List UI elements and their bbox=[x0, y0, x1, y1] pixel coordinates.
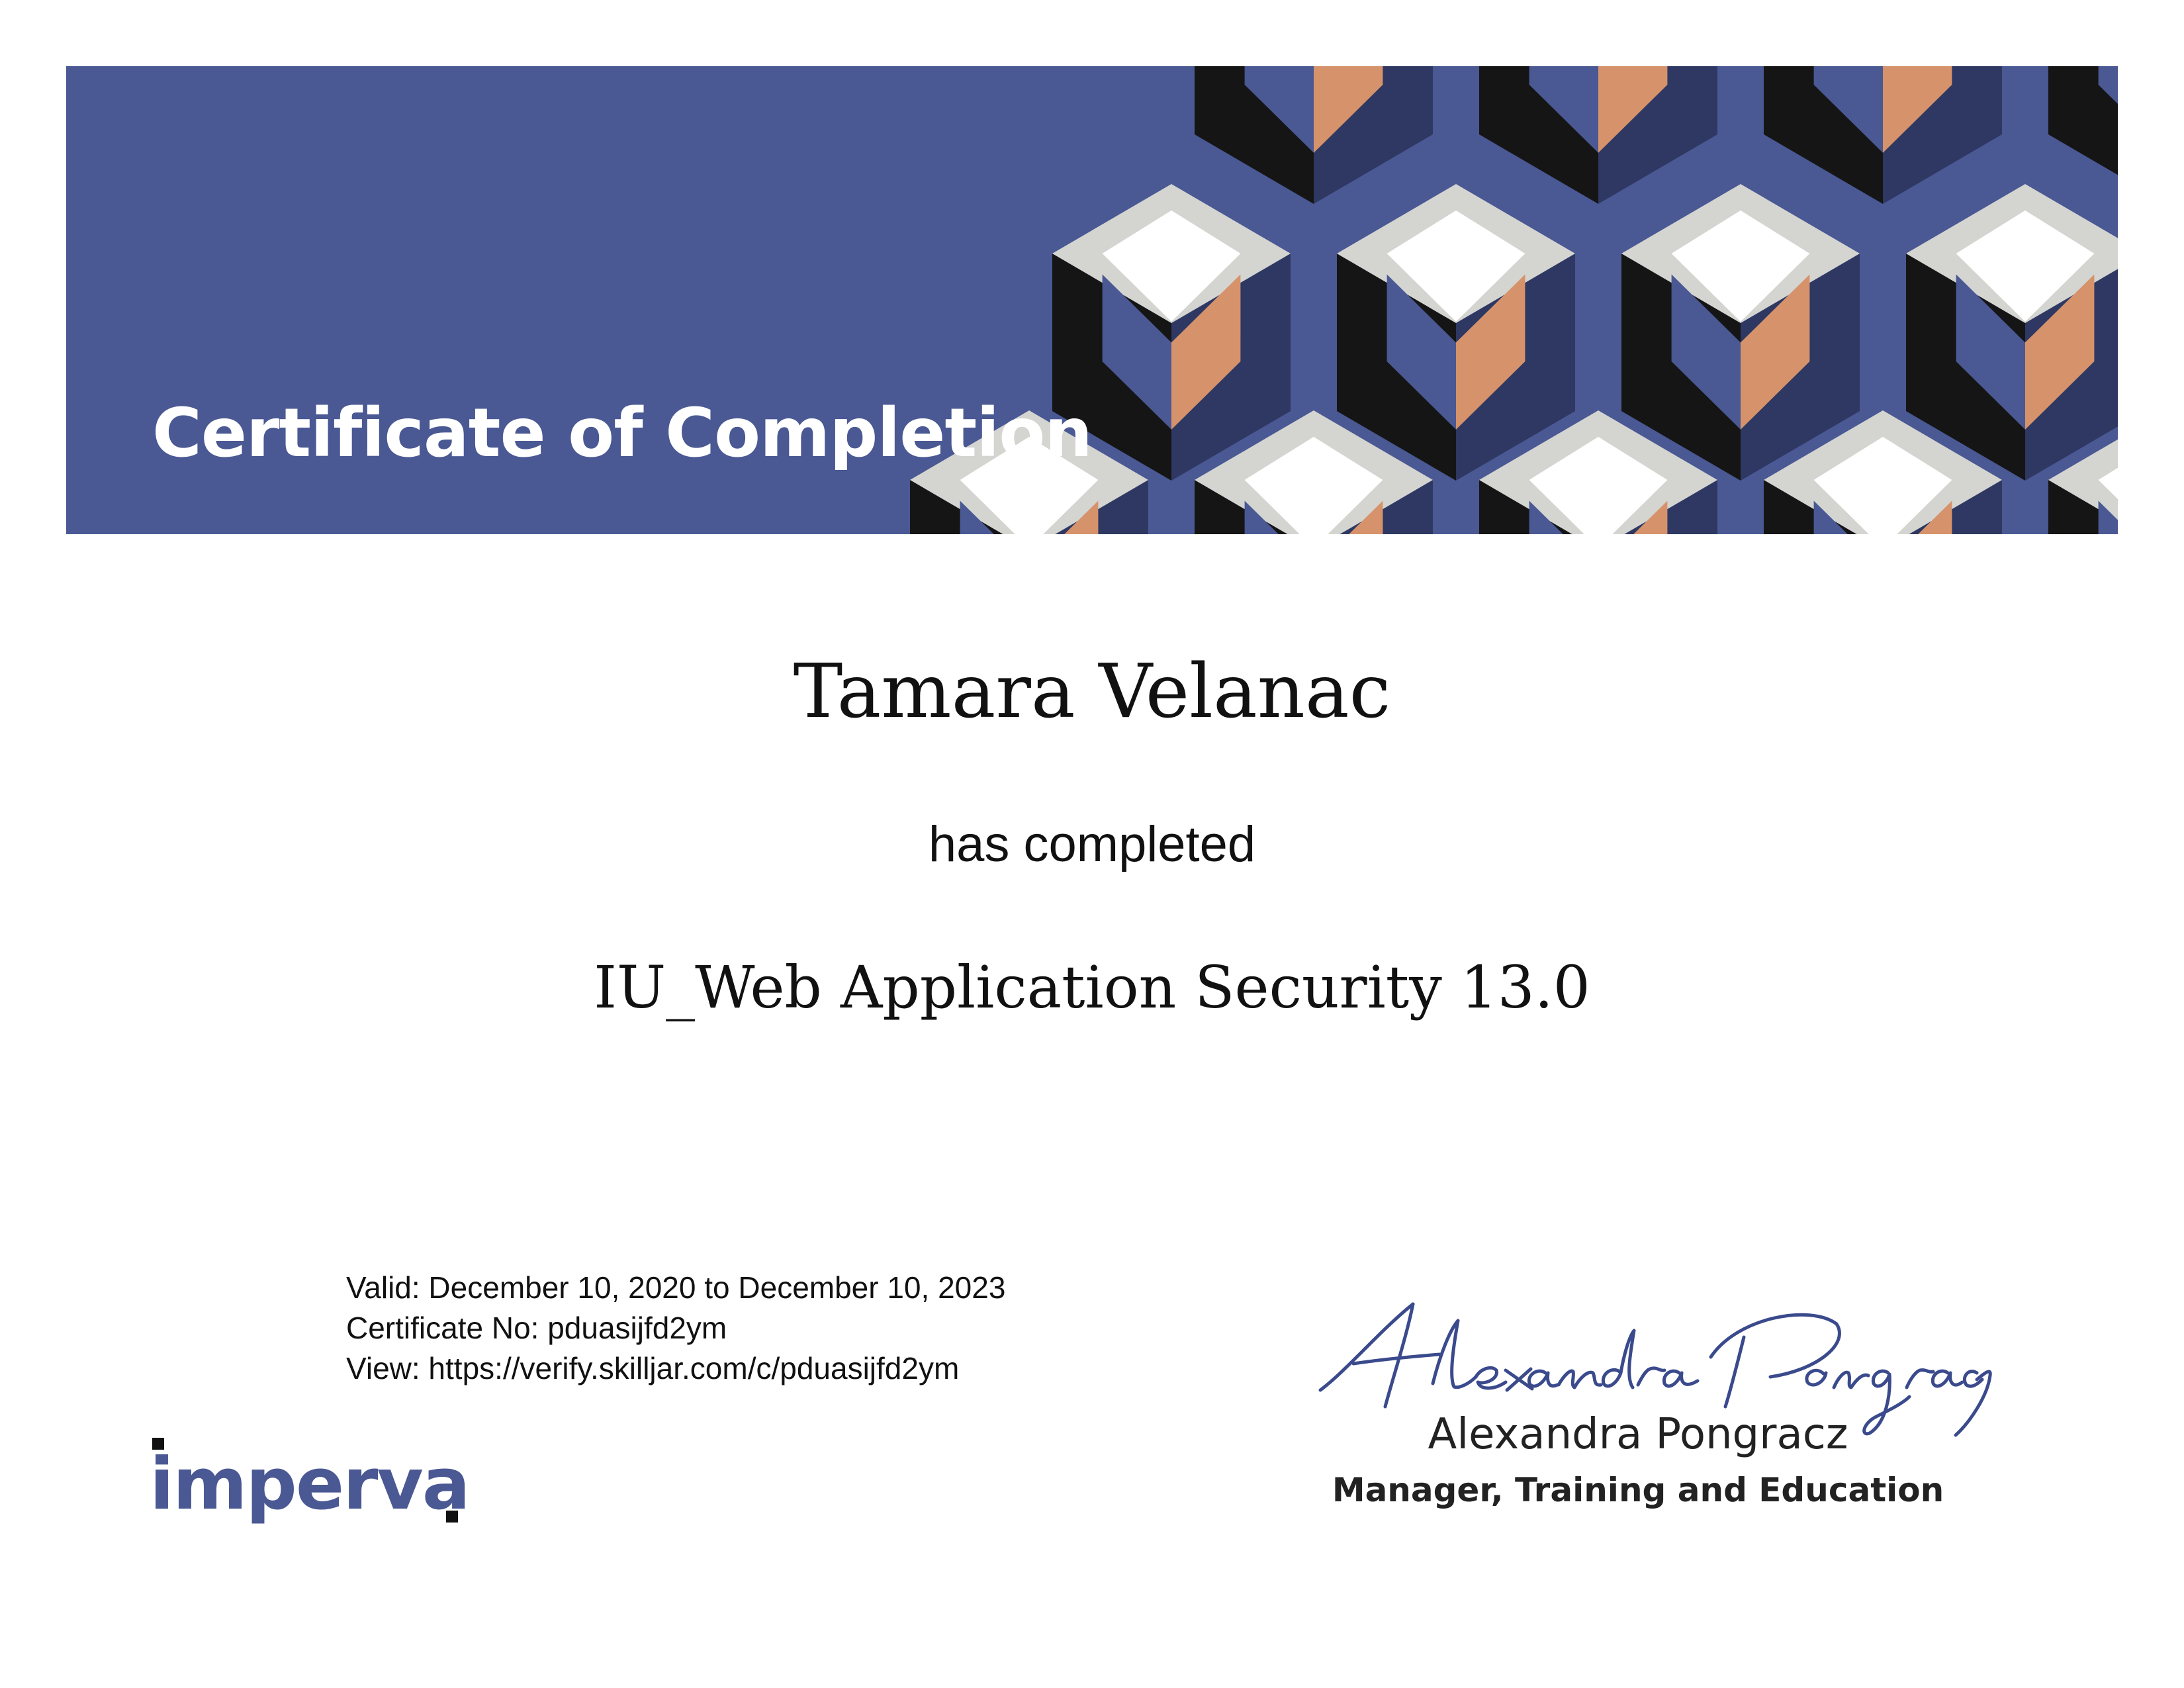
course-name: IU_Web Application Security 13.0 bbox=[594, 953, 1590, 1021]
certificate-details: Valid: December 10, 2020 to December 10,… bbox=[346, 1268, 1005, 1389]
certificate-title: Certificate of Completion bbox=[152, 394, 1093, 473]
verification-link[interactable]: View: https://verify.skilljar.com/c/pdua… bbox=[346, 1348, 1005, 1389]
certificate-banner: Certificate of Completion bbox=[66, 66, 2118, 534]
logo-dot-top bbox=[152, 1438, 164, 1450]
completion-statement: has completed bbox=[928, 816, 1256, 872]
recipient-name: Tamara Velanac bbox=[793, 649, 1391, 735]
imperva-logo: imperva bbox=[150, 1435, 471, 1534]
logo-wordmark: imperva bbox=[150, 1443, 471, 1526]
signer-name: Alexandra Pongracz bbox=[1428, 1410, 1848, 1459]
signer-title: Manager, Training and Education bbox=[1332, 1471, 1944, 1509]
logo-dot-bottom bbox=[446, 1511, 458, 1523]
certificate-number: Certificate No: pduasijfd2ym bbox=[346, 1311, 727, 1345]
validity-period: Valid: December 10, 2020 to December 10,… bbox=[346, 1270, 1006, 1305]
